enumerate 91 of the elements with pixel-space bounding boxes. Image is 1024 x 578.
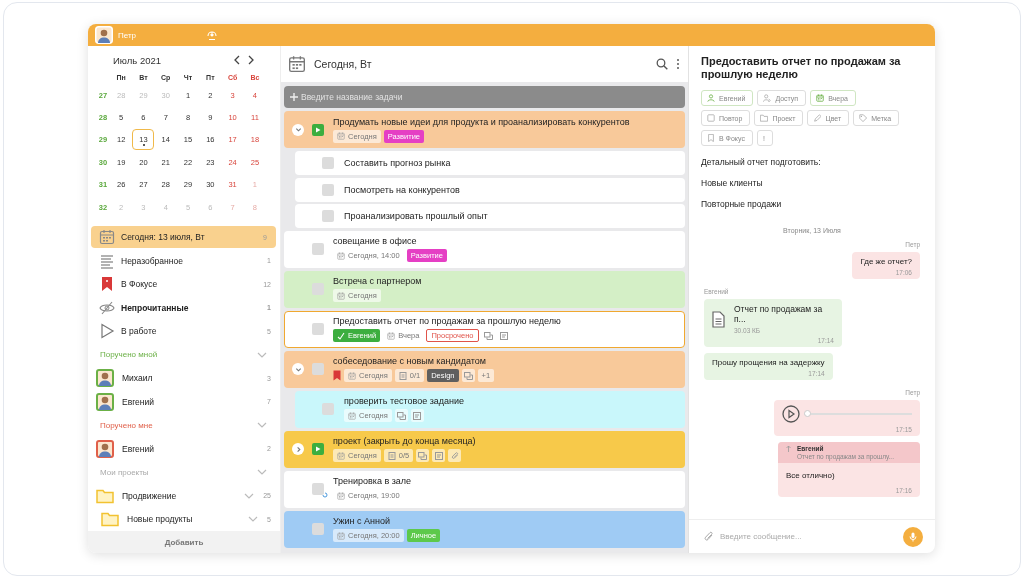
check-icon — [337, 331, 345, 340]
list-icon — [99, 252, 115, 269]
calendar-icon — [288, 55, 306, 73]
calendar-icon — [387, 331, 396, 340]
expand-toggle[interactable] — [292, 443, 304, 455]
more-icon[interactable] — [676, 58, 680, 70]
message-text: Все отлично) — [786, 471, 836, 480]
play-button-icon[interactable] — [782, 405, 800, 423]
section-header[interactable]: Поручено мне — [100, 420, 256, 430]
next-month-icon[interactable] — [248, 55, 254, 65]
message-text: Где же отчет? — [860, 257, 912, 266]
search-icon[interactable] — [656, 58, 668, 70]
task-card[interactable]: Проанализировать прошлый опыт — [295, 204, 685, 228]
task-checkbox[interactable] — [322, 157, 334, 169]
task-title: Проанализировать прошлый опыт — [344, 211, 488, 221]
calendar-icon — [816, 94, 825, 102]
task-checkbox[interactable] — [322, 210, 334, 222]
message-text: Прошу прощения на задержку — [712, 358, 825, 367]
calendar-icon — [348, 411, 356, 420]
audio-slider-thumb[interactable] — [803, 410, 811, 418]
folder-icon — [760, 114, 769, 122]
chevron-down-icon — [294, 126, 302, 133]
chevron-down-icon — [294, 365, 302, 373]
calendar-icon — [337, 491, 345, 500]
task-card[interactable]: Составить прогноз рынка — [295, 151, 685, 175]
reply-arrow-icon — [786, 445, 791, 452]
task-title: Предоставить отчет по продажам за прошлую неделю — [333, 316, 561, 326]
eye-slash-icon — [99, 299, 115, 316]
task-title: собеседование с новым кандидатом — [333, 356, 487, 366]
calendar-icon — [337, 291, 345, 300]
avatar-icon[interactable] — [95, 26, 113, 44]
calendar-icon — [337, 451, 345, 460]
play-icon — [99, 323, 115, 340]
tag-icon — [859, 114, 868, 122]
microphone-icon — [909, 531, 917, 542]
chevron-right-icon — [294, 445, 302, 453]
calendar-icon — [99, 229, 115, 246]
play-button[interactable] — [312, 123, 324, 136]
add-button[interactable]: Добавить — [88, 530, 280, 553]
bookmark-icon — [99, 276, 115, 293]
task-title: Составить прогноз рынка — [344, 158, 451, 168]
file-name: Отчет по продажам за п... — [734, 304, 824, 324]
task-title: Ужин с Анной — [333, 516, 391, 526]
checklist-icon — [398, 371, 407, 380]
document-icon — [712, 310, 725, 328]
task-title: Посмотреть на конкурентов — [344, 184, 460, 195]
task-title: проект (закрыть до конца месяца) — [333, 436, 476, 446]
user-name: Петр — [118, 30, 138, 40]
prev-month-icon[interactable] — [234, 55, 240, 65]
task-title: Продумать новые идеи для продукта и проанализировать конкурентов — [333, 116, 630, 127]
bookmark-icon — [707, 134, 715, 142]
repeat-icon — [322, 492, 328, 498]
new-task-field[interactable]: Введите название задачи — [284, 86, 685, 108]
play-button[interactable] — [312, 443, 324, 455]
play-icon — [315, 446, 321, 452]
note-text: Новые клиенты — [701, 178, 764, 189]
task-title: проверить тестовое задание — [344, 396, 465, 406]
microphone-button[interactable] — [903, 526, 923, 547]
square-icon — [707, 114, 715, 122]
month-label: Июль 2021 — [113, 54, 162, 66]
calendar-icon — [337, 251, 345, 260]
task-title: Тренировка в зале — [333, 476, 412, 486]
task-card[interactable]: Посмотреть на конкурентов — [295, 177, 685, 202]
task-checkbox[interactable] — [322, 403, 334, 415]
task-title: Встреча с партнером — [333, 276, 422, 286]
paperclip-icon[interactable] — [704, 530, 714, 543]
task-checkbox[interactable] — [312, 323, 324, 335]
expand-toggle[interactable] — [292, 123, 304, 136]
task-checkbox[interactable] — [322, 183, 334, 196]
checklist-icon — [387, 451, 396, 460]
person-icon — [707, 94, 715, 102]
expand-toggle[interactable] — [292, 363, 304, 375]
sync-icon[interactable] — [206, 29, 218, 41]
task-checkbox[interactable] — [312, 243, 324, 255]
note-text: Детальный отчет подготовить: — [701, 157, 822, 168]
task-heading: Предоставить отчет по продажам за прошлую неделю — [700, 55, 902, 81]
calendar-icon — [337, 132, 345, 140]
calendar-icon — [348, 371, 356, 380]
task-checkbox[interactable] — [312, 363, 324, 375]
task-checkbox[interactable] — [312, 523, 324, 535]
folder-icon — [101, 511, 119, 528]
folder-icon — [96, 487, 114, 504]
calendar-icon — [337, 531, 345, 540]
task-title: совещание в офисе — [333, 236, 418, 246]
plus-icon — [290, 93, 298, 101]
note-text: Повторные продажи — [701, 199, 783, 210]
bookmark-icon — [333, 370, 341, 381]
play-icon — [315, 126, 321, 133]
share-icon — [763, 94, 772, 102]
pane-title: Сегодня, Вт — [314, 58, 373, 70]
pen-icon — [813, 114, 822, 122]
